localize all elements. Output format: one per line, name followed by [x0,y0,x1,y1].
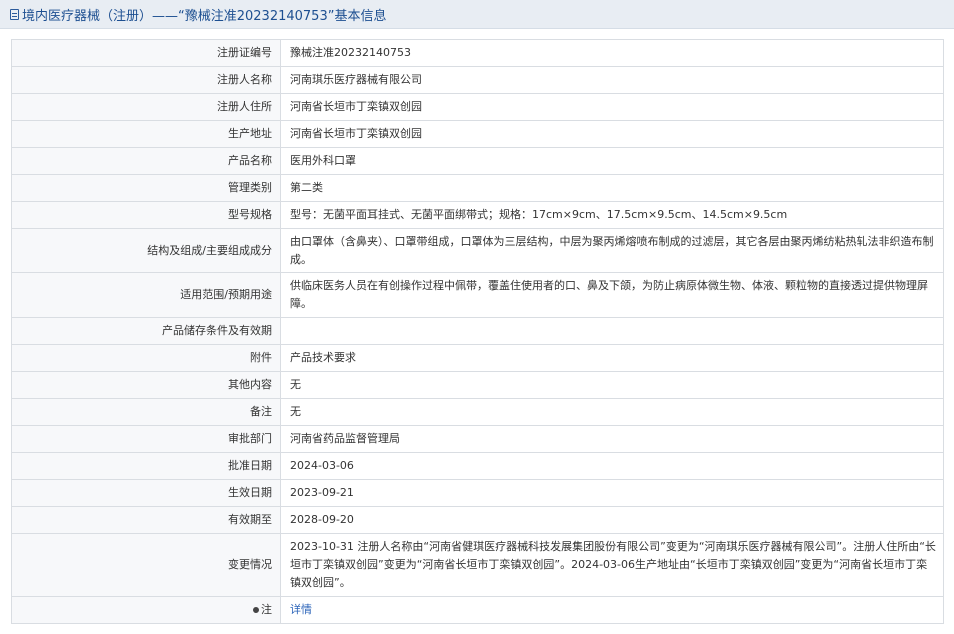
page-title: 境内医疗器械（注册）——“豫械注准20232140753”基本信息 [22,8,387,24]
table-row: 结构及组成/主要组成成分 由口罩体（含鼻夹）、口罩带组成，口罩体为三层结构，中层… [11,228,944,273]
table-row: 变更情况 2023-10-31 注册人名称由“河南省健琪医疗器械科技发展集团股份… [11,533,944,597]
row-value: 供临床医务人员在有创操作过程中佩带，覆盖住使用者的口、鼻及下颌，为防止病原体微生… [280,272,944,318]
pin-icon [253,607,259,613]
row-label: 其他内容 [11,371,281,399]
row-label: 有效期至 [11,506,281,534]
row-value: 由口罩体（含鼻夹）、口罩带组成，口罩体为三层结构，中层为聚丙烯熔喷布制成的过滤层… [280,228,944,273]
table-row: 附件 产品技术要求 [11,344,944,372]
row-value: 河南省长垣市丁栾镇双创园 [280,93,944,121]
row-label: 注册人住所 [11,93,281,121]
table-row: 适用范围/预期用途 供临床医务人员在有创操作过程中佩带，覆盖住使用者的口、鼻及下… [11,272,944,318]
page-header: 境内医疗器械（注册）——“豫械注准20232140753”基本信息 [0,0,954,29]
table-row: 批准日期 2024-03-06 [11,452,944,480]
row-value: 河南省长垣市丁栾镇双创园 [280,120,944,148]
row-value [280,317,944,345]
row-label: 附件 [11,344,281,372]
row-label: 产品储存条件及有效期 [11,317,281,345]
row-value: 2028-09-20 [280,506,944,534]
table-row: 注 详情 [11,596,944,624]
row-label: 结构及组成/主要组成成分 [11,228,281,273]
table-row: 有效期至 2028-09-20 [11,506,944,534]
note-value-cell: 详情 [280,596,944,624]
row-value: 2023-10-31 注册人名称由“河南省健琪医疗器械科技发展集团股份有限公司”… [280,533,944,597]
row-label: 生效日期 [11,479,281,507]
row-label: 注册证编号 [11,39,281,67]
table-row: 其他内容 无 [11,371,944,399]
row-value: 无 [280,398,944,426]
note-label: 注 [261,603,272,616]
row-value: 河南琪乐医疗器械有限公司 [280,66,944,94]
row-label: 批准日期 [11,452,281,480]
table-row: 产品名称 医用外科口罩 [11,147,944,175]
row-label: 备注 [11,398,281,426]
row-label: 审批部门 [11,425,281,453]
row-label: 产品名称 [11,147,281,175]
row-value: 豫械注准20232140753 [280,39,944,67]
row-value: 无 [280,371,944,399]
table-row: 审批部门 河南省药品监督管理局 [11,425,944,453]
table-row: 生效日期 2023-09-21 [11,479,944,507]
table-row: 生产地址 河南省长垣市丁栾镇双创园 [11,120,944,148]
row-value: 第二类 [280,174,944,202]
row-value: 型号：无菌平面耳挂式、无菌平面绑带式；规格：17cm×9cm、17.5cm×9.… [280,201,944,229]
row-label: 生产地址 [11,120,281,148]
table-row: 产品储存条件及有效期 [11,317,944,345]
row-label: 型号规格 [11,201,281,229]
row-label: 注册人名称 [11,66,281,94]
note-label-cell: 注 [11,596,281,624]
row-label: 管理类别 [11,174,281,202]
document-icon [10,8,19,20]
table-row: 注册证编号 豫械注准20232140753 [11,39,944,67]
row-label: 变更情况 [11,533,281,597]
table-row: 管理类别 第二类 [11,174,944,202]
table-row: 注册人名称 河南琪乐医疗器械有限公司 [11,66,944,94]
row-value: 河南省药品监督管理局 [280,425,944,453]
details-link[interactable]: 详情 [290,603,312,616]
table-row: 注册人住所 河南省长垣市丁栾镇双创园 [11,93,944,121]
info-table: 注册证编号 豫械注准20232140753 注册人名称 河南琪乐医疗器械有限公司… [11,39,944,624]
row-value: 医用外科口罩 [280,147,944,175]
row-value: 产品技术要求 [280,344,944,372]
table-row: 备注 无 [11,398,944,426]
row-value: 2023-09-21 [280,479,944,507]
table-row: 型号规格 型号：无菌平面耳挂式、无菌平面绑带式；规格：17cm×9cm、17.5… [11,201,944,229]
row-value: 2024-03-06 [280,452,944,480]
row-label: 适用范围/预期用途 [11,272,281,318]
